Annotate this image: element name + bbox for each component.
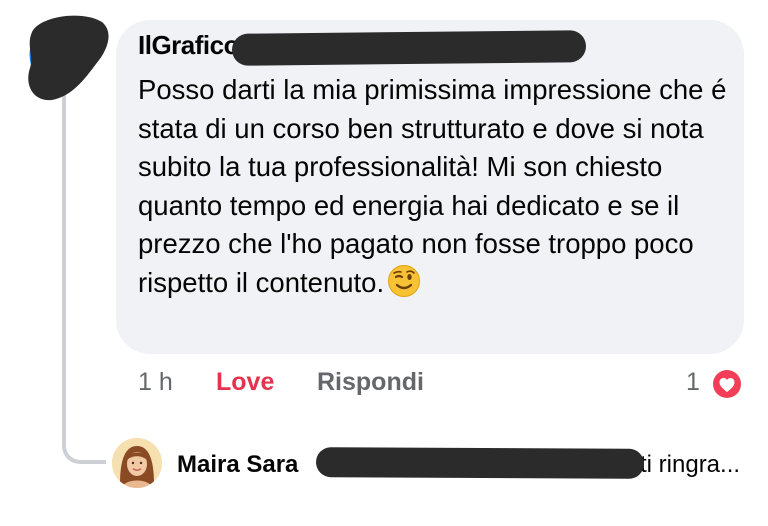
reaction-count[interactable]: 1 <box>686 368 700 397</box>
comment-text: Posso darti la mia primissima impression… <box>138 71 734 302</box>
comment-timestamp[interactable]: 1 h <box>138 368 173 397</box>
heart-reaction-icon[interactable] <box>710 367 744 401</box>
reply-preview-text[interactable]: ti ringra... <box>640 451 740 479</box>
love-reaction-button[interactable]: Love <box>216 368 274 397</box>
reply-button[interactable]: Rispondi <box>317 368 424 397</box>
redaction-bar <box>231 30 587 66</box>
comment-author-name[interactable]: IlGrafico <box>138 30 239 61</box>
winking-face-emoji-icon <box>387 264 421 298</box>
reply-author-name[interactable]: Maira Sara <box>177 451 298 479</box>
thread-connector-line <box>62 92 106 464</box>
reply-author-avatar[interactable] <box>112 438 162 488</box>
commenter-avatar[interactable] <box>22 12 112 104</box>
comment-text-content: Posso darti la mia primissima impression… <box>138 74 727 298</box>
redaction-bar <box>315 447 645 479</box>
